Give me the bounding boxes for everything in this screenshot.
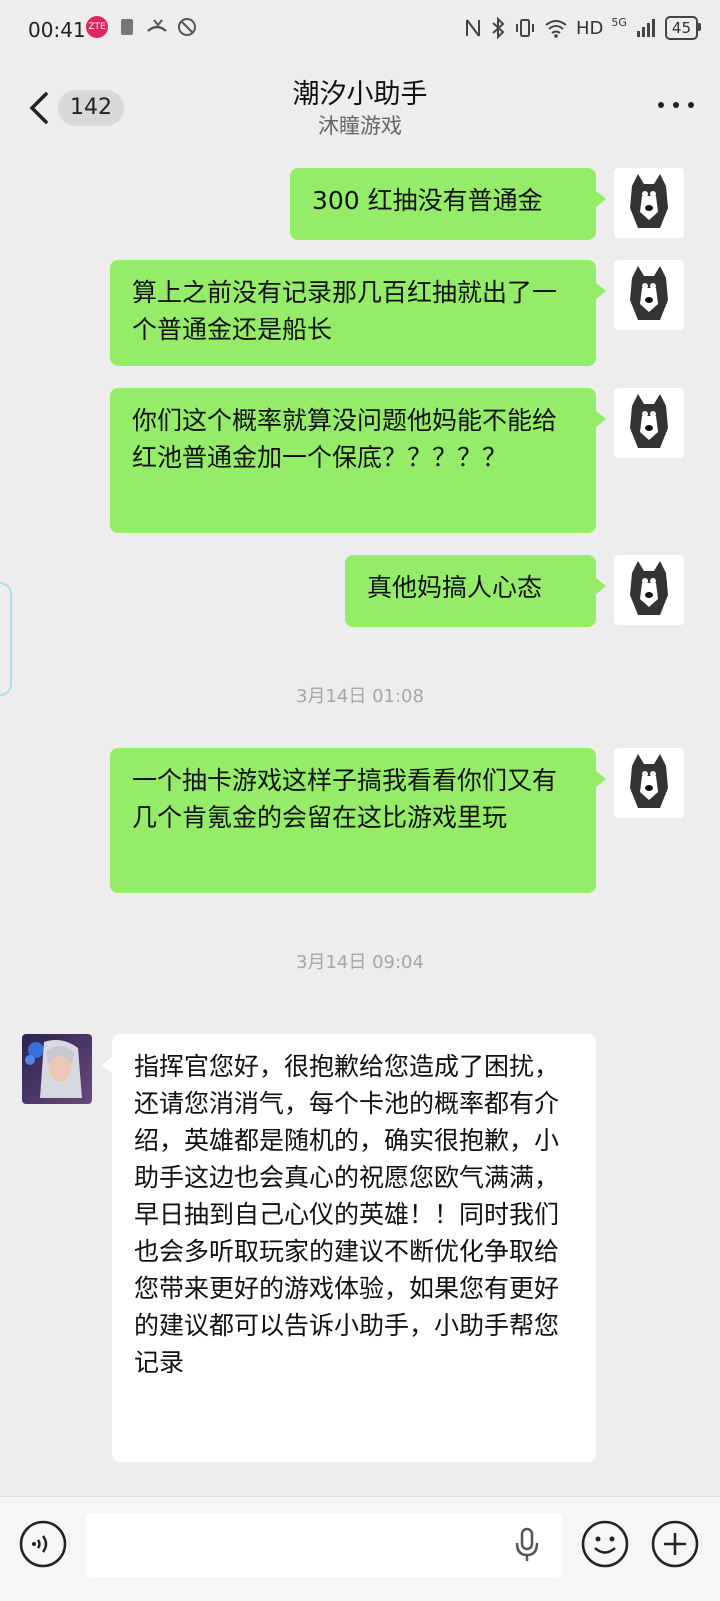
status-left-icons: ZTE (86, 16, 198, 38)
my-message-bubble[interactable]: 算上之前没有记录那几百红抽就出了一个普通金还是船长 (110, 260, 606, 366)
message-timestamp: 3月14日 09:04 (296, 952, 424, 973)
status-time: 00:41 (28, 18, 86, 42)
nfc-icon (465, 19, 480, 37)
my-avatar[interactable] (614, 748, 684, 818)
message-timestamp: 3月14日 01:08 (296, 686, 424, 707)
chat-subtitle: 沐瞳游戏 (318, 114, 402, 138)
dog-avatar-image (614, 555, 684, 625)
chat-title: 潮汐小助手 (292, 79, 428, 110)
dog-avatar-image (614, 748, 684, 818)
my-message-bubble[interactable]: 300 红抽没有普通金 (290, 168, 606, 240)
network-hd-label: HD (575, 17, 604, 39)
floating-edge-tab[interactable] (0, 582, 12, 696)
emoji-icon[interactable] (580, 1519, 630, 1569)
message-input-bar (0, 1496, 720, 1601)
message-input-field[interactable] (86, 1513, 562, 1577)
assistant-avatar[interactable] (22, 1034, 92, 1104)
my-message-bubble[interactable]: 你们这个概率就算没问题他妈能不能给红池普通金加一个保底？？？？？ (110, 388, 606, 533)
my-message-bubble[interactable]: 一个抽卡游戏这样子搞我看看你们又有几个肯氪金的会留在这比游戏里玩 (110, 748, 606, 893)
status-right-icons: HD 5G 45 (464, 15, 702, 40)
microphone-icon[interactable] (512, 1527, 542, 1563)
dog-avatar-image (614, 260, 684, 330)
more-dots-icon[interactable] (658, 102, 694, 114)
assistant-message-bubble[interactable]: 指挥官您好，很抱歉给您造成了困扰，还请您消消气，每个卡池的概率都有介绍，英雄都是… (102, 1034, 596, 1462)
message-text: 你们这个概率就算没问题他妈能不能给红池普通金加一个保底？？？？？ (132, 406, 558, 472)
zte-app-icon: ZTE (86, 16, 108, 38)
missed-call-icon (147, 19, 167, 32)
network-5g-label: 5G (611, 15, 627, 29)
message-text: 300 红抽没有普通金 (312, 186, 543, 215)
game-character-avatar-image (22, 1034, 92, 1104)
dog-avatar-image (614, 388, 684, 458)
plus-icon[interactable] (650, 1519, 700, 1569)
battery-indicator: 45 (664, 16, 702, 40)
my-message-bubble[interactable]: 真他妈搞人心态 (345, 555, 606, 627)
my-avatar[interactable] (614, 555, 684, 625)
signal-icon (636, 19, 655, 37)
my-avatar[interactable] (614, 168, 684, 238)
message-text: 算上之前没有记录那几百红抽就出了一个普通金还是船长 (132, 278, 558, 344)
my-avatar[interactable] (614, 388, 684, 458)
sim-icon (121, 19, 133, 35)
message-text: 真他妈搞人心态 (367, 573, 543, 602)
bluetooth-icon (492, 17, 505, 39)
wifi-icon (545, 20, 567, 38)
status-bar: 00:41 ZTE HD 5G 45 (0, 0, 720, 62)
voice-icon[interactable] (18, 1519, 68, 1569)
dog-avatar-image (614, 168, 684, 238)
chat-header: 142 潮汐小助手 沐瞳游戏 (0, 62, 720, 150)
my-avatar[interactable] (614, 260, 684, 330)
message-text: 指挥官您好，很抱歉给您造成了困扰，还请您消消气，每个卡池的概率都有介绍，英雄都是… (134, 1052, 560, 1377)
vibrate-icon (515, 19, 534, 37)
circle-slash-icon (178, 18, 196, 36)
message-text: 一个抽卡游戏这样子搞我看看你们又有几个肯氪金的会留在这比游戏里玩 (132, 766, 558, 832)
